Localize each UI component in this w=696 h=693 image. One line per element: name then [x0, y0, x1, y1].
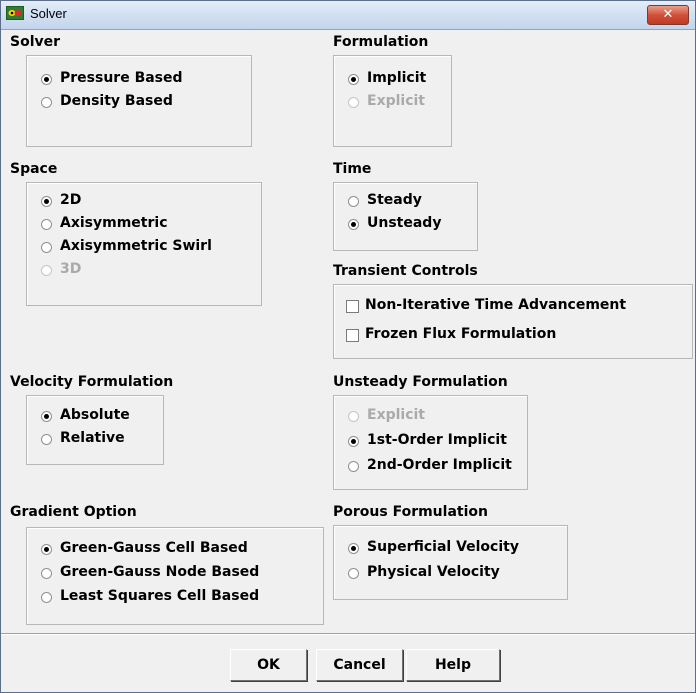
- time-section-title: Time: [333, 161, 372, 177]
- ok-button[interactable]: OK: [230, 649, 307, 681]
- radio-label: Density Based: [60, 93, 173, 109]
- radio-label: Green-Gauss Node Based: [60, 564, 260, 580]
- radio-disabled-icon: [348, 97, 359, 108]
- fluent-app-icon: [6, 6, 24, 20]
- radio-unselected-icon: [41, 434, 52, 445]
- close-icon: ✕: [662, 7, 674, 22]
- space-section-title: Space: [10, 161, 58, 177]
- radio-label: Pressure Based: [60, 70, 183, 86]
- checkbox-label: Frozen Flux Formulation: [365, 326, 557, 342]
- title-bar[interactable]: Solver ✕: [1, 1, 695, 30]
- velocity-formulation-title: Velocity Formulation: [10, 374, 174, 390]
- radio-label: Physical Velocity: [367, 564, 500, 580]
- transient-controls-title: Transient Controls: [333, 263, 478, 279]
- porous-formulation-group: Superficial Velocity Physical Velocity: [333, 525, 568, 600]
- window-title: Solver: [30, 6, 67, 21]
- checkbox-icon: [346, 300, 359, 313]
- footer-separator: [1, 633, 695, 635]
- checkbox-label: Non-Iterative Time Advancement: [365, 297, 627, 313]
- radio-unselected-icon: [348, 461, 359, 472]
- radio-label: 1st-Order Implicit: [367, 432, 507, 448]
- close-button[interactable]: ✕: [647, 5, 689, 25]
- radio-label: 2D: [60, 192, 82, 208]
- radio-label: Implicit: [367, 70, 427, 86]
- radio-unselected-icon: [41, 242, 52, 253]
- velocity-formulation-group: Absolute Relative: [26, 395, 164, 465]
- unsteady-formulation-group: Explicit 1st-Order Implicit 2nd-Order Im…: [333, 395, 528, 490]
- radio-label: Relative: [60, 430, 125, 446]
- solver-dialog: Solver ✕ Solver Pressure Based Density B…: [0, 0, 696, 693]
- radio-selected-icon: [41, 74, 52, 85]
- radio-unselected-icon: [348, 196, 359, 207]
- radio-unselected-icon: [41, 97, 52, 108]
- formulation-section-title: Formulation: [333, 34, 429, 50]
- solver-section-title: Solver: [10, 34, 61, 50]
- radio-unselected-icon: [41, 592, 52, 603]
- radio-label: Green-Gauss Cell Based: [60, 540, 248, 556]
- radio-label: Least Squares Cell Based: [60, 588, 260, 604]
- radio-label: Axisymmetric Swirl: [60, 238, 212, 254]
- radio-selected-icon: [41, 196, 52, 207]
- cancel-button[interactable]: Cancel: [316, 649, 403, 681]
- radio-label: Absolute: [60, 407, 130, 423]
- radio-selected-icon: [348, 219, 359, 230]
- gradient-option-group: Green-Gauss Cell Based Green-Gauss Node …: [26, 527, 324, 625]
- gradient-option-title: Gradient Option: [10, 504, 137, 520]
- radio-label: Steady: [367, 192, 422, 208]
- radio-label: 3D: [60, 261, 82, 277]
- space-group: 2D Axisymmetric Axisymmetric Swirl 3D: [26, 182, 262, 306]
- radio-disabled-icon: [41, 265, 52, 276]
- radio-label: Axisymmetric: [60, 215, 168, 231]
- radio-unselected-icon: [41, 219, 52, 230]
- radio-selected-icon: [348, 543, 359, 554]
- unsteady-formulation-title: Unsteady Formulation: [333, 374, 508, 390]
- checkbox-icon: [346, 329, 359, 342]
- transient-controls-group: Non-Iterative Time Advancement Frozen Fl…: [333, 284, 693, 359]
- radio-selected-icon: [348, 74, 359, 85]
- radio-label: Explicit: [367, 93, 426, 109]
- radio-label: 2nd-Order Implicit: [367, 457, 512, 473]
- help-button[interactable]: Help: [406, 649, 500, 681]
- radio-unselected-icon: [41, 568, 52, 579]
- radio-selected-icon: [41, 411, 52, 422]
- porous-formulation-title: Porous Formulation: [333, 504, 488, 520]
- radio-selected-icon: [41, 544, 52, 555]
- radio-label: Superficial Velocity: [367, 539, 519, 555]
- radio-label: Unsteady: [367, 215, 442, 231]
- time-group: Steady Unsteady: [333, 182, 478, 251]
- solver-group: Pressure Based Density Based: [26, 55, 252, 147]
- radio-unselected-icon: [348, 568, 359, 579]
- radio-selected-icon: [348, 436, 359, 447]
- radio-disabled-icon: [348, 411, 359, 422]
- formulation-group: Implicit Explicit: [333, 55, 452, 147]
- radio-label: Explicit: [367, 407, 426, 423]
